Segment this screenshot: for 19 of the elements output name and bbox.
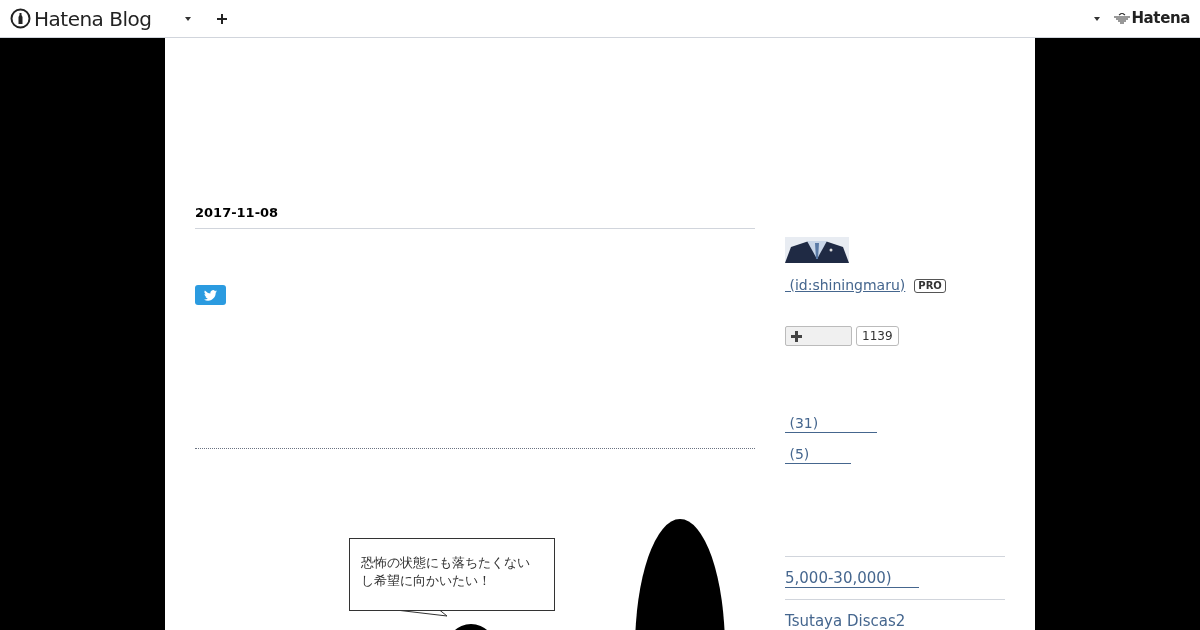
logo-text[interactable]: Hatena Blog [34,3,152,34]
caret-icon[interactable] [185,16,192,21]
hatena-logo-text[interactable]: Hatena [1131,7,1190,30]
sidebar-link[interactable]: 5,000-30,000) [785,569,919,588]
plus-icon [791,330,802,342]
subscribe-button[interactable] [785,326,852,346]
hatena-blog-logo-icon[interactable] [10,8,31,29]
tweet-button[interactable] [195,285,226,305]
caret-icon[interactable] [1094,16,1101,21]
sidebar-link[interactable]: Tsutaya Discas2 [785,612,906,630]
pro-badge: PRO [914,278,946,293]
subscriber-count: 1139 [856,326,899,346]
plus-icon[interactable] [217,13,228,24]
hatena-logo-icon[interactable] [1114,12,1131,25]
author-link[interactable]: (id:shiningmaru) [785,275,906,296]
entry-date: 2017-11-08 [195,205,279,220]
category-link[interactable]: (5) [785,445,851,464]
bird-icon [204,289,217,301]
category-link[interactable]: (31) [785,414,877,433]
